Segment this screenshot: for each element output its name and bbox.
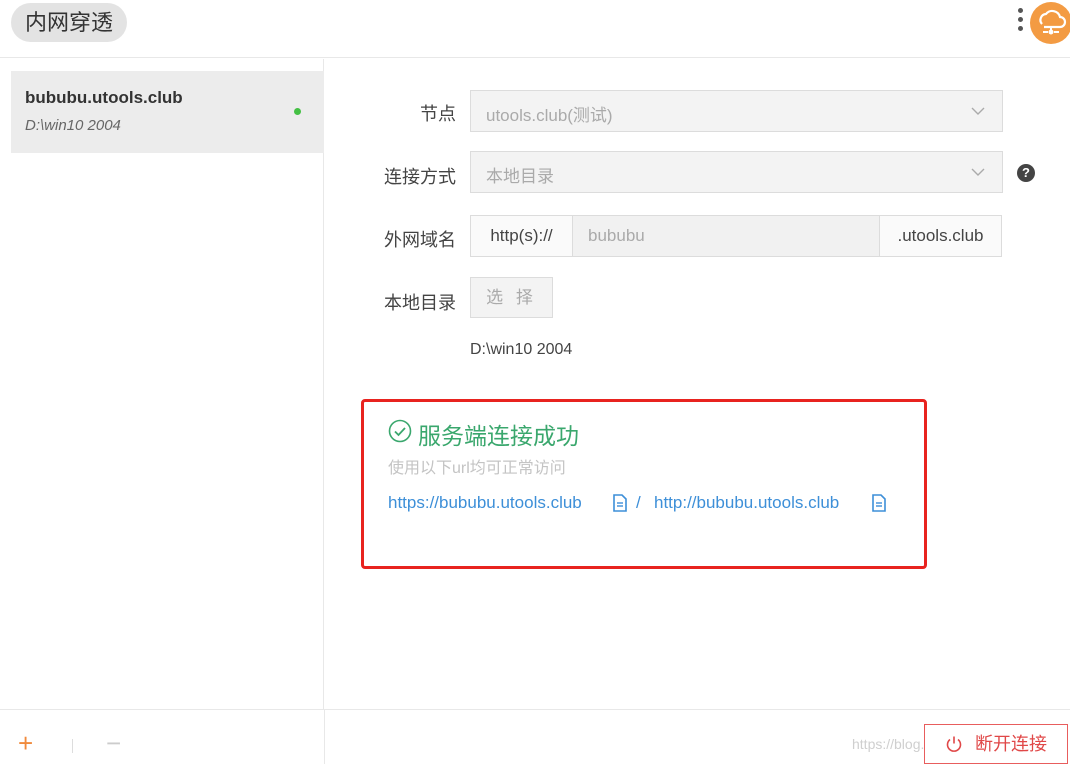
cloud-tunnel-icon[interactable]: [1030, 2, 1070, 44]
https-url-link[interactable]: https://bububu.utools.club: [388, 493, 582, 513]
tunnel-list-item[interactable]: bububu.utools.club D:\win10 2004: [11, 71, 324, 153]
domain-input-group: http(s):// bububu .utools.club: [470, 215, 1002, 257]
success-title: 服务端连接成功: [418, 423, 579, 449]
copy-icon[interactable]: [613, 494, 627, 512]
tunnel-list: bububu.utools.club D:\win10 2004: [0, 59, 324, 709]
subdomain-input[interactable]: bububu: [573, 216, 879, 256]
connection-select[interactable]: 本地目录: [470, 151, 1003, 193]
check-circle-icon: [388, 419, 412, 443]
tunnel-name: bububu.utools.club: [25, 88, 183, 107]
connection-label: 连接方式: [384, 167, 456, 187]
local-dir-label: 本地目录: [384, 293, 456, 313]
help-icon[interactable]: ?: [1017, 164, 1035, 182]
domain-suffix: .utools.club: [879, 216, 1001, 256]
http-url-link[interactable]: http://bububu.utools.club: [654, 493, 839, 513]
power-icon: [946, 736, 962, 752]
divider: [72, 739, 73, 753]
disconnect-button[interactable]: 断开连接: [924, 724, 1068, 764]
success-subtitle: 使用以下url均可正常访问: [388, 460, 566, 477]
node-select[interactable]: utools.club(测试): [470, 90, 1003, 132]
top-bar: 内网穿透: [0, 0, 1070, 58]
connection-select-value: 本地目录: [486, 167, 554, 186]
subdomain-value: bububu: [588, 226, 645, 245]
choose-directory-button[interactable]: 选 择: [470, 277, 553, 318]
chevron-down-icon: [971, 168, 985, 176]
copy-icon[interactable]: [872, 494, 886, 512]
remove-tunnel-button[interactable]: −: [106, 730, 121, 756]
tunnel-path: D:\win10 2004: [25, 117, 121, 134]
domain-label: 外网域名: [384, 230, 456, 250]
connection-result-panel: 服务端连接成功 使用以下url均可正常访问 https://bububu.uto…: [361, 399, 927, 569]
divider: [324, 710, 325, 764]
status-dot-icon: [294, 108, 301, 115]
disconnect-label: 断开连接: [975, 734, 1047, 754]
add-tunnel-button[interactable]: +: [18, 730, 33, 756]
url-separator: /: [636, 493, 641, 512]
local-dir-value: D:\win10 2004: [470, 341, 573, 358]
more-vertical-icon[interactable]: [1014, 6, 1026, 36]
node-label: 节点: [420, 104, 456, 124]
chevron-down-icon: [971, 107, 985, 115]
domain-prefix: http(s)://: [471, 216, 573, 256]
node-select-value: utools.club(测试): [486, 106, 613, 125]
app-title: 内网穿透: [11, 3, 128, 42]
bottom-bar: + − https://blog.csdn.net/qq_ 断开连接: [0, 709, 1070, 764]
